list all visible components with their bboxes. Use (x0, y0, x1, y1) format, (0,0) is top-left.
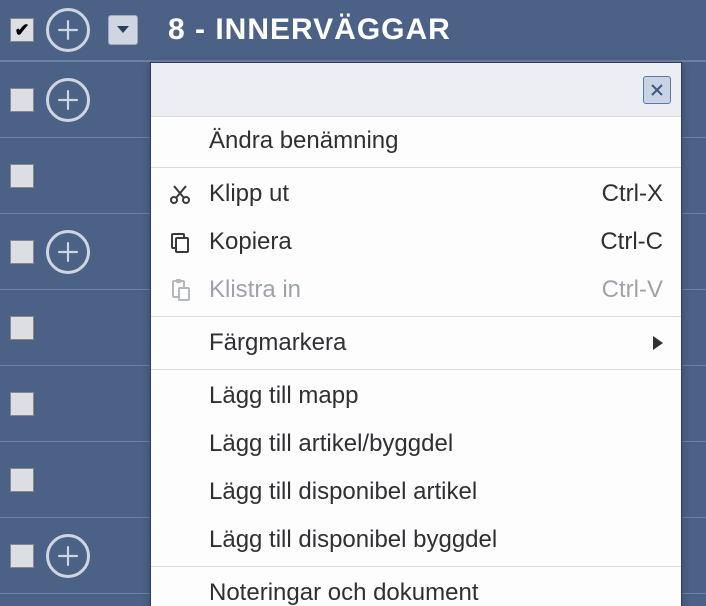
row-checkbox[interactable] (10, 164, 34, 188)
paste-icon (151, 278, 209, 302)
close-icon (649, 82, 665, 98)
plus-icon (55, 17, 81, 43)
copy-icon (151, 230, 209, 254)
menu-label: Lägg till mapp (209, 382, 663, 410)
menu-item-add-disp-byggdel[interactable]: Lägg till disponibel byggdel (151, 516, 681, 564)
plus-icon (55, 239, 81, 265)
add-button[interactable] (46, 534, 90, 578)
dropdown-button[interactable] (108, 15, 138, 45)
plus-icon (55, 87, 81, 113)
header-row: 8 - INNERVÄGGAR (0, 0, 706, 62)
menu-label: Lägg till disponibel artikel (209, 478, 663, 506)
row-checkbox[interactable] (10, 88, 34, 112)
menu-item-add-folder[interactable]: Lägg till mapp (151, 372, 681, 420)
submenu-arrow-icon (653, 336, 663, 350)
menu-item-rename[interactable]: Ändra benämning (151, 117, 681, 165)
menu-label: Kopiera (209, 228, 600, 256)
menu-item-add-article[interactable]: Lägg till artikel/byggdel (151, 420, 681, 468)
menu-separator (151, 369, 681, 370)
add-button[interactable] (46, 8, 90, 52)
add-button[interactable] (46, 230, 90, 274)
menu-label: Färgmarkera (209, 329, 645, 357)
row-checkbox[interactable] (10, 544, 34, 568)
plus-icon (55, 543, 81, 569)
row-checkbox[interactable] (10, 392, 34, 416)
menu-label: Ändra benämning (209, 127, 663, 155)
menu-shortcut: Ctrl-X (602, 180, 663, 208)
menu-shortcut: Ctrl-C (600, 228, 663, 256)
menu-label: Lägg till disponibel byggdel (209, 526, 663, 554)
context-menu: Ändra benämning Klipp ut Ctrl-X Kopiera … (150, 62, 682, 606)
cut-icon (151, 182, 209, 206)
row-checkbox[interactable] (10, 240, 34, 264)
row-checkbox[interactable] (10, 316, 34, 340)
menu-separator (151, 316, 681, 317)
menu-item-paste: Klistra in Ctrl-V (151, 266, 681, 314)
add-button[interactable] (46, 78, 90, 122)
menu-label: Klipp ut (209, 180, 602, 208)
menu-item-add-disp-article[interactable]: Lägg till disponibel artikel (151, 468, 681, 516)
menu-label: Noteringar och dokument (209, 579, 663, 606)
menu-item-cut[interactable]: Klipp ut Ctrl-X (151, 170, 681, 218)
menu-item-highlight[interactable]: Färgmarkera (151, 319, 681, 367)
menu-separator (151, 167, 681, 168)
menu-item-notes[interactable]: Noteringar och dokument (151, 569, 681, 606)
chevron-down-icon (116, 25, 130, 35)
close-button[interactable] (643, 76, 671, 104)
row-checkbox[interactable] (10, 468, 34, 492)
context-menu-header (151, 63, 681, 117)
menu-label: Klistra in (209, 276, 602, 304)
menu-shortcut: Ctrl-V (602, 276, 663, 304)
page-title: 8 - INNERVÄGGAR (168, 13, 451, 47)
menu-separator (151, 566, 681, 567)
header-checkbox[interactable] (10, 18, 34, 42)
menu-label: Lägg till artikel/byggdel (209, 430, 663, 458)
menu-item-copy[interactable]: Kopiera Ctrl-C (151, 218, 681, 266)
